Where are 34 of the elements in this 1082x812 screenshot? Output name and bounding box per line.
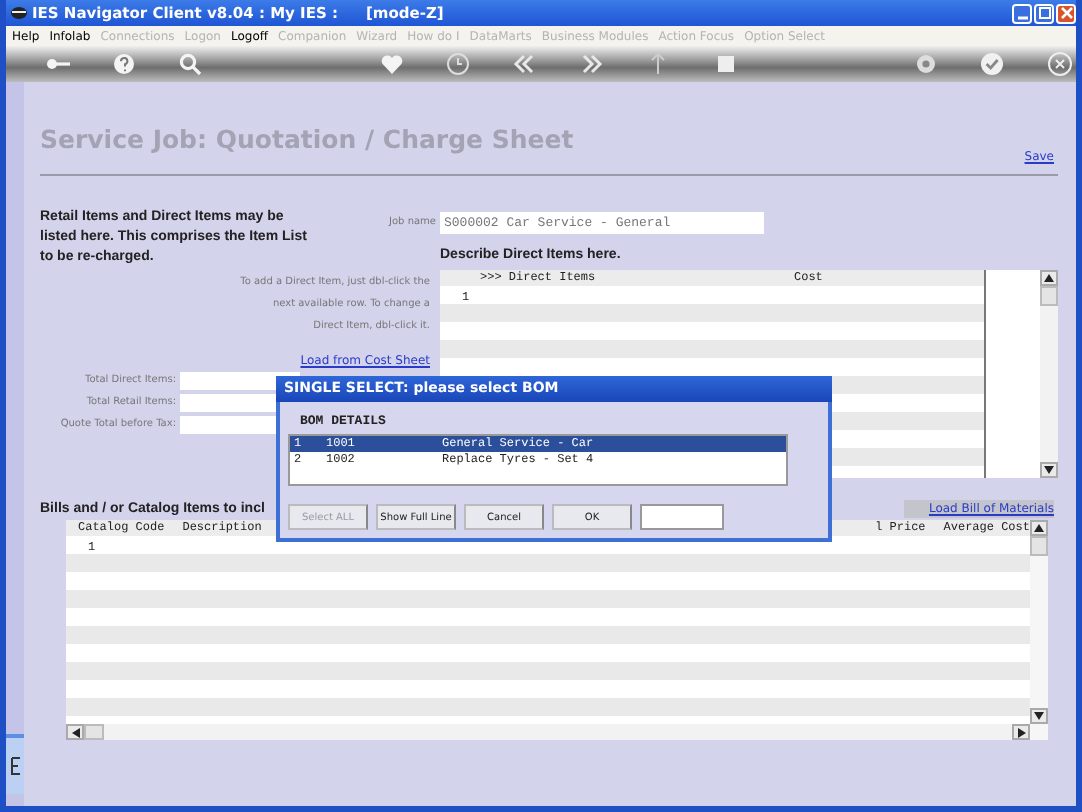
left-arrow-icon[interactable] — [71, 727, 79, 737]
scroll-button[interactable] — [1012, 724, 1030, 740]
maximize-button[interactable] — [1034, 3, 1054, 23]
back-icon[interactable] — [512, 52, 537, 76]
close-icon[interactable] — [1047, 52, 1072, 76]
scroll-thumb[interactable] — [1030, 536, 1048, 556]
square-icon[interactable] — [713, 52, 738, 76]
tab-icon — [9, 756, 21, 776]
scroll-button[interactable] — [1030, 520, 1048, 536]
close-button[interactable] — [1056, 3, 1076, 23]
down-arrow-icon[interactable] — [1034, 712, 1044, 720]
maximize-icon — [1037, 6, 1051, 20]
input-field[interactable] — [640, 504, 724, 530]
heart-icon[interactable] — [379, 52, 404, 76]
side-tab[interactable] — [6, 734, 24, 794]
check-icon[interactable] — [980, 52, 1005, 76]
scroll-button[interactable] — [1030, 708, 1048, 724]
app-icon — [10, 4, 28, 22]
scroll-thumb[interactable] — [84, 724, 104, 740]
scroll-button[interactable] — [1040, 270, 1058, 286]
down-arrow-icon[interactable] — [1044, 466, 1054, 474]
scroll-button[interactable] — [66, 724, 84, 740]
up-arrow-icon[interactable] — [1034, 524, 1044, 532]
scroll-thumb[interactable] — [1040, 286, 1058, 306]
forward-icon[interactable] — [579, 52, 604, 76]
minimize-button[interactable] — [1012, 3, 1032, 23]
clock-icon[interactable] — [446, 52, 471, 76]
search-icon[interactable] — [178, 52, 203, 76]
right-arrow-icon[interactable] — [1017, 727, 1025, 737]
scroll-button[interactable] — [1040, 462, 1058, 478]
help-icon[interactable] — [112, 52, 137, 76]
close-icon — [1059, 6, 1073, 20]
up-arrow-icon[interactable] — [1044, 274, 1054, 282]
page-title: Service Job: Quotation / Charge Sheet — [40, 124, 574, 154]
